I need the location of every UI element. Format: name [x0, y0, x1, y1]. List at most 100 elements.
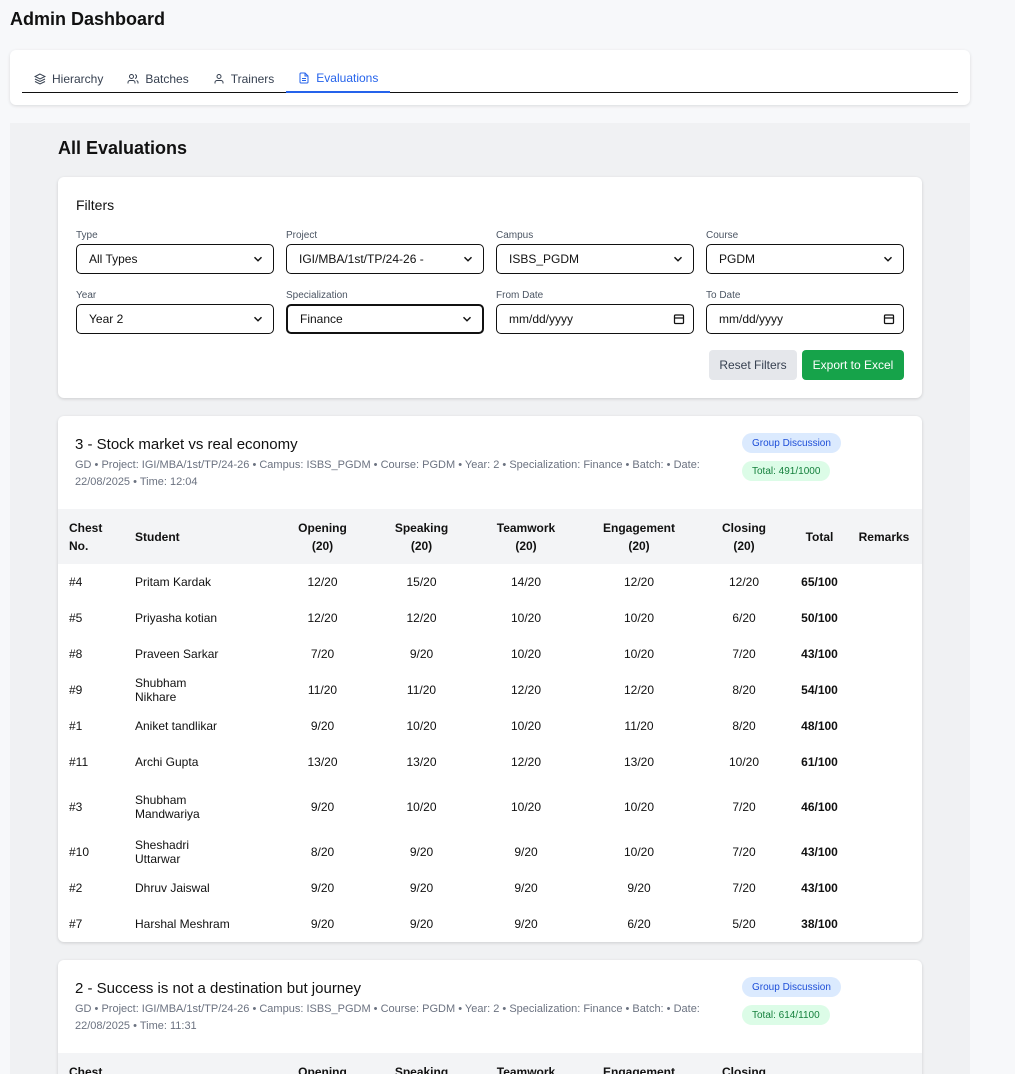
to-date-label: To Date	[706, 290, 741, 301]
campus-filter-label: Campus	[496, 230, 534, 241]
teamwork-score-cell: 9/20	[514, 845, 538, 859]
calendar-icon[interactable]	[673, 313, 685, 325]
evaluation-meta: GD • Project: IGI/MBA/1st/TP/24-26 • Cam…	[75, 459, 700, 488]
remarks-cell	[846, 744, 922, 780]
evaluation-type-badge: Group Discussion	[742, 433, 841, 453]
table-header-row: ChestNo. Student Opening(20) Speaking(20…	[58, 509, 922, 564]
teamwork-score-cell: 10/20	[510, 800, 542, 814]
engagement-score-cell: 10/20	[623, 800, 655, 814]
teamwork-score-cell: 10/20	[510, 647, 542, 661]
total-score-cell: 43/100	[801, 881, 838, 895]
chest-no-cell: #11	[69, 755, 89, 769]
remarks-cell	[846, 780, 922, 834]
year-select-value: Year 2	[89, 312, 124, 326]
tab-trainers[interactable]: Trainers	[201, 64, 287, 93]
total-score-cell: 43/100	[801, 845, 838, 859]
col-teamwork: Teamwork(20)	[496, 520, 556, 553]
remarks-cell	[846, 834, 922, 870]
col-remarks: Remarks	[846, 1053, 922, 1074]
student-name-cell: Harshal Meshram	[135, 917, 230, 931]
campus-select-value: ISBS_PGDM	[509, 252, 580, 266]
tab-evaluations[interactable]: Evaluations	[286, 64, 391, 93]
specialization-select[interactable]: Finance	[286, 304, 484, 334]
closing-score-cell: 8/20	[732, 719, 756, 733]
tabs-card: Hierarchy Batches Trainers Evaluations	[10, 50, 970, 105]
user-icon	[214, 73, 224, 83]
chest-no-cell: #5	[69, 611, 83, 625]
specialization-select-value: Finance	[300, 312, 343, 326]
reset-filters-button[interactable]: Reset Filters	[709, 350, 797, 380]
col-speaking: Speaking(20)	[394, 1064, 449, 1074]
col-teamwork: Teamwork(20)	[496, 1064, 556, 1074]
col-chest-no: ChestNo.	[69, 520, 103, 553]
from-date-placeholder: mm/dd/yyyy	[509, 312, 574, 326]
year-select[interactable]: Year 2	[76, 304, 274, 334]
from-date-input[interactable]: mm/dd/yyyy	[496, 304, 694, 334]
chest-no-cell: #1	[69, 719, 83, 733]
teamwork-score-cell: 12/20	[510, 683, 542, 697]
tab-trainers-label: Trainers	[230, 71, 275, 86]
student-name-cell: Priyasha kotian	[135, 611, 218, 625]
remarks-cell	[846, 636, 922, 672]
table-row: #11 Archi Gupta 13/20 13/20 12/20 13/20 10/20 6…	[58, 744, 922, 780]
tab-evaluations-label: Evaluations	[316, 70, 379, 85]
speaking-score-cell: 9/20	[409, 881, 434, 895]
engagement-score-cell: 10/20	[623, 647, 655, 661]
project-select[interactable]: IGI/MBA/1st/TP/24-26 -	[286, 244, 484, 274]
student-name-cell: Shubham Nikhare	[135, 676, 187, 704]
type-select[interactable]: All Types	[76, 244, 274, 274]
campus-filter: Campus ISBS_PGDM	[496, 230, 694, 274]
teamwork-score-cell: 12/20	[510, 755, 542, 769]
engagement-score-cell: 12/20	[623, 683, 655, 697]
evaluation-total-badge: Total: 614/1100	[742, 1005, 830, 1025]
chevron-down-icon	[463, 256, 473, 262]
chevron-down-icon	[253, 316, 263, 322]
opening-score-cell: 11/20	[307, 683, 338, 697]
campus-select[interactable]: ISBS_PGDM	[496, 244, 694, 274]
opening-score-cell: 12/20	[307, 611, 338, 625]
tab-hierarchy[interactable]: Hierarchy	[22, 64, 115, 93]
remarks-cell	[846, 672, 922, 708]
to-date-filter: To Date mm/dd/yyyy	[706, 290, 904, 334]
course-select[interactable]: PGDM	[706, 244, 904, 274]
users-icon	[127, 73, 139, 83]
main-panel: All Evaluations Filters Type All Types P…	[10, 123, 970, 1074]
chevron-down-icon	[673, 256, 683, 262]
evaluation-card: 3 - Stock market vs real economy GD • Pr…	[58, 416, 922, 942]
col-engagement: Engagement(20)	[602, 1064, 675, 1074]
evaluation-table: ChestNo. Student Opening(20) Speaking(20…	[58, 1053, 922, 1074]
opening-score-cell: 12/20	[307, 575, 338, 589]
project-filter-label: Project	[286, 230, 318, 241]
project-filter: Project IGI/MBA/1st/TP/24-26 -	[286, 230, 484, 274]
type-select-value: All Types	[89, 252, 138, 266]
student-name-cell: Praveen Sarkar	[135, 647, 219, 661]
evaluation-total-badge: Total: 491/1000	[742, 461, 831, 481]
course-filter-label: Course	[706, 230, 739, 241]
closing-score-cell: 7/20	[732, 800, 756, 814]
total-score-cell: 48/100	[801, 719, 838, 733]
closing-score-cell: 8/20	[732, 683, 756, 697]
total-score-cell: 54/100	[801, 683, 838, 697]
col-total: Total	[793, 1053, 846, 1074]
speaking-score-cell: 11/20	[406, 683, 437, 697]
to-date-input[interactable]: mm/dd/yyyy	[706, 304, 904, 334]
type-filter-label: Type	[76, 230, 98, 241]
to-date-placeholder: mm/dd/yyyy	[719, 312, 784, 326]
opening-score-cell: 7/20	[310, 647, 335, 661]
student-name-cell: Dhruv Jaiswal	[135, 881, 210, 895]
table-row: #4 Pritam Kardak 12/20 15/20 14/20 12/20 12/20…	[58, 564, 922, 600]
table-row: #2 Dhruv Jaiswal 9/20 9/20 9/20 9/20 7/20 43/10…	[58, 870, 922, 906]
table-row: #3 Shubham Mandwariya 9/20 10/20 10/20 10/20 7…	[58, 780, 922, 834]
course-select-value: PGDM	[719, 252, 755, 266]
evaluation-table: ChestNo. Student Opening(20) Speaking(20…	[58, 509, 922, 942]
export-excel-button[interactable]: Export to Excel	[802, 350, 904, 380]
remarks-cell	[846, 600, 922, 636]
closing-score-cell: 7/20	[732, 647, 756, 661]
speaking-score-cell: 10/20	[406, 719, 437, 733]
evaluation-type-badge: Group Discussion	[742, 977, 841, 997]
calendar-icon[interactable]	[883, 313, 895, 325]
tab-batches[interactable]: Batches	[115, 64, 200, 93]
chest-no-cell: #7	[69, 917, 83, 931]
specialization-filter-label: Specialization	[286, 290, 348, 301]
speaking-score-cell: 10/20	[406, 800, 437, 814]
